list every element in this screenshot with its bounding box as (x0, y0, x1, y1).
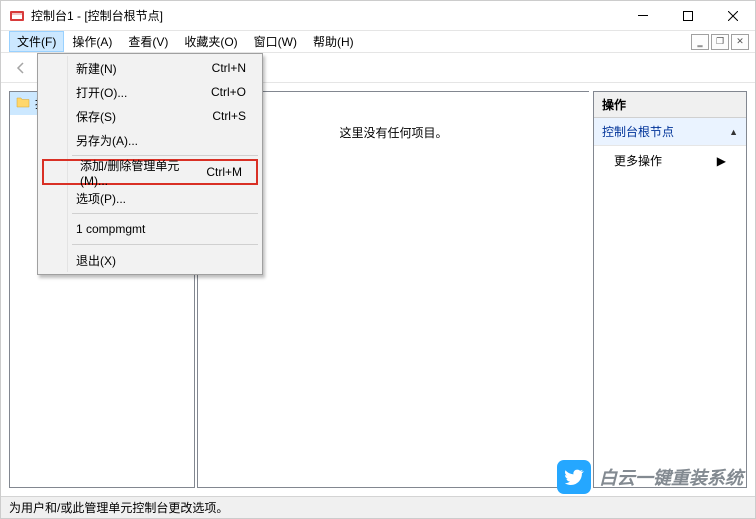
menu-open-label: 打开(O)... (76, 84, 127, 101)
status-bar: 为用户和/或此管理单元控制台更改选项。 (1, 496, 755, 518)
menu-new-shortcut: Ctrl+N (212, 61, 250, 75)
menu-new-label: 新建(N) (76, 60, 117, 77)
chevron-right-icon: ▶ (717, 154, 726, 168)
menu-file[interactable]: 文件(F) (9, 31, 64, 52)
mdi-restore-button[interactable]: ❐ (711, 34, 729, 50)
menu-window[interactable]: 窗口(W) (246, 31, 305, 52)
menu-recent-label: 1 compmgmt (76, 222, 145, 236)
actions-more-label: 更多操作 (614, 152, 662, 169)
menu-add-remove-snapin[interactable]: 添加/删除管理单元(M)... Ctrl+M (44, 161, 256, 183)
menu-exit[interactable]: 退出(X) (40, 248, 260, 272)
collapse-icon: ▲ (729, 127, 738, 137)
menubar: 文件(F) 操作(A) 查看(V) 收藏夹(O) 窗口(W) 帮助(H) ‗ ❐… (1, 31, 755, 53)
menu-recent-1[interactable]: 1 compmgmt (40, 217, 260, 241)
menu-separator (72, 244, 258, 245)
menu-save-as-label: 另存为(A)... (76, 132, 138, 149)
menu-help[interactable]: 帮助(H) (305, 31, 362, 52)
app-icon (9, 8, 25, 24)
watermark: 白云一键重装系统 (557, 460, 743, 494)
folder-icon (16, 95, 30, 112)
menu-add-remove-snapin-highlight: 添加/删除管理单元(M)... Ctrl+M (42, 159, 258, 185)
actions-panel: 操作 控制台根节点 ▲ 更多操作 ▶ (593, 91, 747, 488)
menu-save[interactable]: 保存(S) Ctrl+S (40, 104, 260, 128)
menu-save-shortcut: Ctrl+S (212, 109, 250, 123)
menu-options-label: 选项(P)... (76, 190, 126, 207)
actions-context[interactable]: 控制台根节点 ▲ (594, 118, 746, 146)
actions-header: 操作 (594, 92, 746, 118)
menu-options[interactable]: 选项(P)... (40, 186, 260, 210)
mdi-close-button[interactable]: ✕ (731, 34, 749, 50)
menu-add-remove-shortcut: Ctrl+M (206, 165, 246, 179)
actions-more[interactable]: 更多操作 ▶ (594, 146, 746, 175)
menu-save-as[interactable]: 另存为(A)... (40, 128, 260, 152)
watermark-bird-icon (557, 460, 591, 494)
menu-action[interactable]: 操作(A) (64, 31, 120, 52)
actions-context-label: 控制台根节点 (602, 123, 674, 140)
window-title: 控制台1 - [控制台根节点] (31, 7, 620, 24)
maximize-button[interactable] (665, 1, 710, 31)
mdi-minimize-button[interactable]: ‗ (691, 34, 709, 50)
menu-view[interactable]: 查看(V) (120, 31, 176, 52)
nav-back-button[interactable] (9, 57, 33, 79)
status-text: 为用户和/或此管理单元控制台更改选项。 (9, 499, 228, 516)
menu-open-shortcut: Ctrl+O (211, 85, 250, 99)
window-titlebar: 控制台1 - [控制台根节点] (1, 1, 755, 31)
menu-favorites[interactable]: 收藏夹(O) (176, 31, 245, 52)
watermark-text: 白云一键重装系统 (599, 464, 743, 490)
menu-exit-label: 退出(X) (76, 252, 116, 269)
menu-save-label: 保存(S) (76, 108, 116, 125)
close-button[interactable] (710, 1, 755, 31)
menu-separator (72, 213, 258, 214)
menu-add-remove-label: 添加/删除管理单元(M)... (80, 157, 206, 188)
menu-open[interactable]: 打开(O)... Ctrl+O (40, 80, 260, 104)
minimize-button[interactable] (620, 1, 665, 31)
mdi-controls: ‗ ❐ ✕ (691, 34, 755, 50)
file-menu-dropdown: 新建(N) Ctrl+N 打开(O)... Ctrl+O 保存(S) Ctrl+… (37, 53, 263, 275)
menu-new[interactable]: 新建(N) Ctrl+N (40, 56, 260, 80)
empty-message: 这里没有任何项目。 (339, 124, 447, 141)
